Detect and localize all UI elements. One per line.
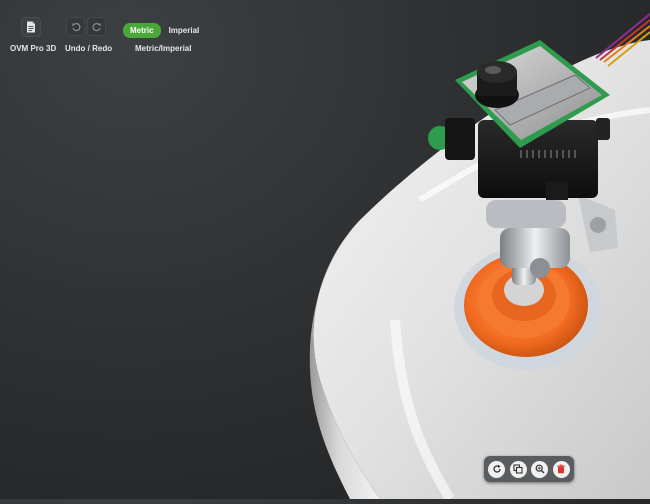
undo-button[interactable] bbox=[66, 17, 85, 36]
reset-view-button[interactable] bbox=[488, 460, 506, 478]
rotate-reset-icon bbox=[493, 464, 501, 473]
redo-button[interactable] bbox=[87, 17, 106, 36]
delete-button[interactable] bbox=[552, 460, 570, 478]
trash-icon bbox=[557, 464, 565, 474]
undo-icon bbox=[71, 22, 80, 31]
copy-icon bbox=[513, 464, 523, 474]
document-button[interactable] bbox=[21, 17, 41, 37]
copy-button[interactable] bbox=[509, 460, 527, 478]
zoom-in-icon bbox=[535, 464, 545, 474]
units-toggle: Metric Imperial bbox=[123, 20, 203, 38]
viewport-scene bbox=[309, 13, 650, 502]
view-tools-bar bbox=[484, 456, 574, 482]
imperial-option[interactable]: Imperial bbox=[165, 23, 204, 38]
product-label: OVM Pro 3D bbox=[10, 44, 57, 53]
undo-redo-group bbox=[66, 17, 106, 36]
redo-icon bbox=[92, 22, 101, 31]
metric-option[interactable]: Metric bbox=[123, 23, 161, 38]
document-group bbox=[21, 17, 41, 38]
units-label: Metric/Imperial bbox=[135, 44, 192, 53]
3d-viewport[interactable] bbox=[0, 0, 650, 502]
top-toolbar: OVM Pro 3D Undo / Redo Metric Imperial M… bbox=[0, 0, 650, 60]
undo-redo-label: Undo / Redo bbox=[65, 44, 113, 53]
zoom-button[interactable] bbox=[531, 460, 549, 478]
document-icon bbox=[27, 21, 35, 33]
